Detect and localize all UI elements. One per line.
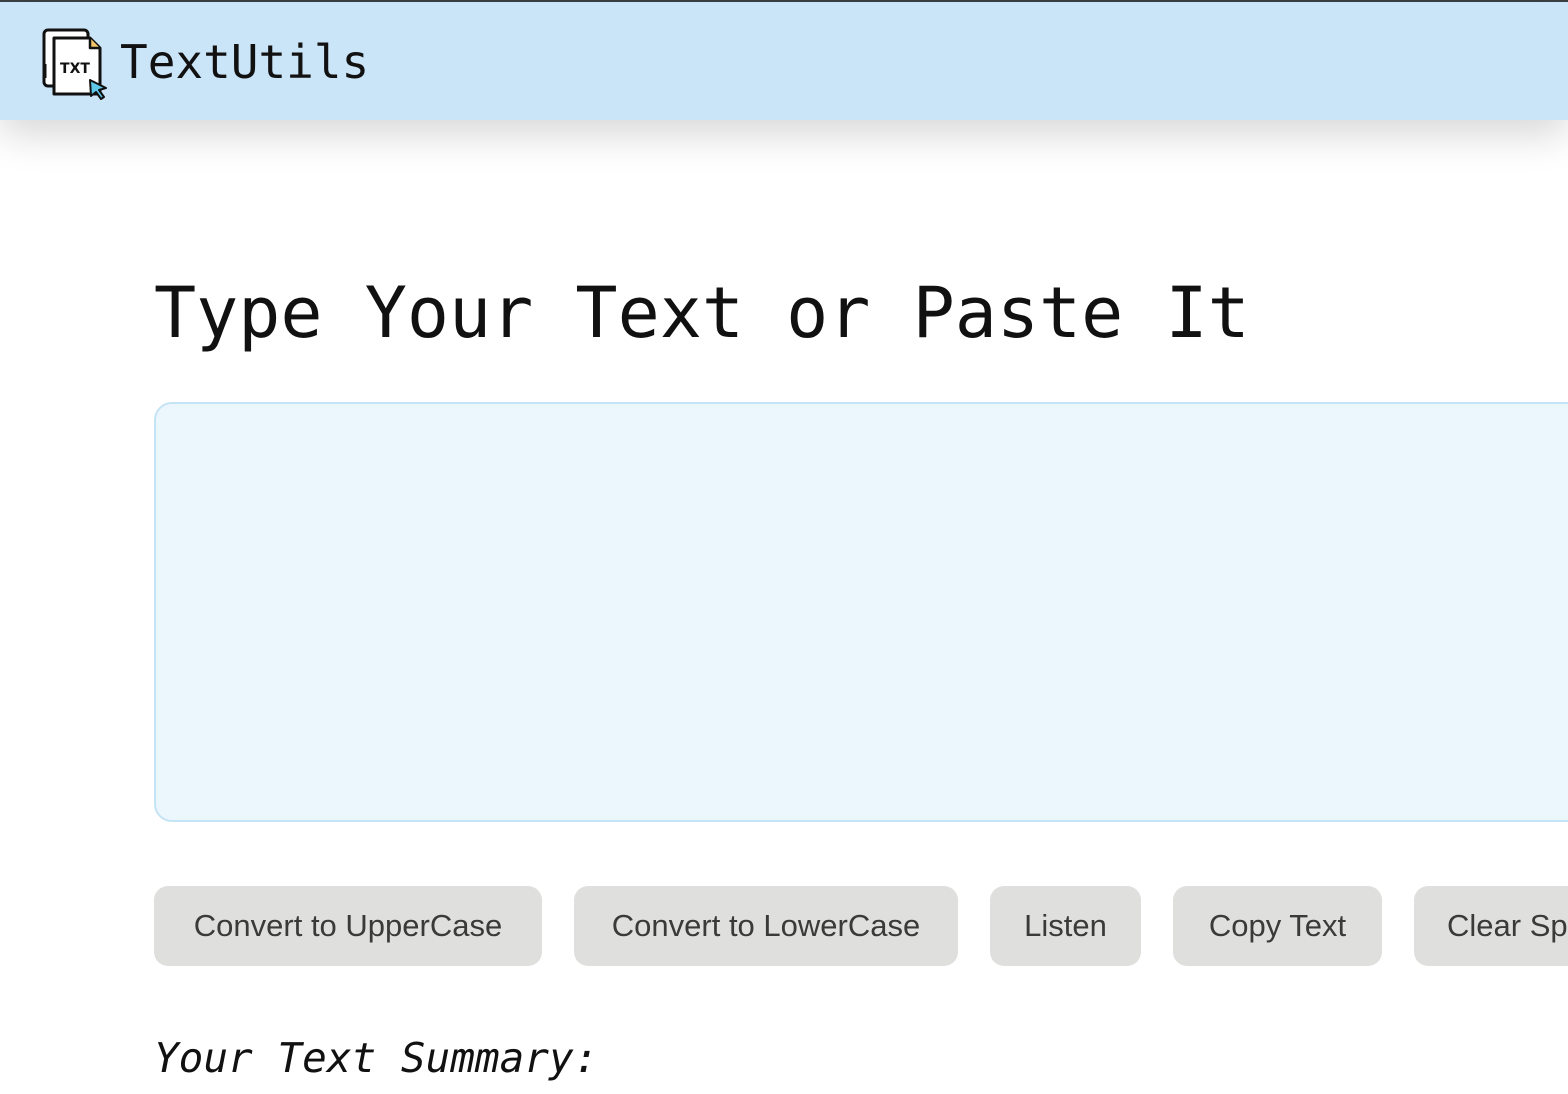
brand-name[interactable]: TextUtils — [120, 34, 369, 90]
page-title: Type Your Text or Paste It — [154, 272, 1250, 354]
copy-text-button[interactable]: Copy Text — [1173, 886, 1382, 966]
convert-uppercase-button[interactable]: Convert to UpperCase — [154, 886, 542, 966]
logo-text: TXT — [60, 61, 90, 77]
summary-heading: Your Text Summary: — [154, 1034, 599, 1082]
txt-file-cursor-icon[interactable]: TXT — [40, 24, 112, 100]
navbar: TXT TextUtils — [0, 2, 1568, 120]
clear-spaces-button[interactable]: Clear Sp — [1414, 886, 1568, 966]
text-input-area[interactable] — [154, 402, 1568, 822]
convert-lowercase-button[interactable]: Convert to LowerCase — [574, 886, 958, 966]
listen-button[interactable]: Listen — [990, 886, 1141, 966]
